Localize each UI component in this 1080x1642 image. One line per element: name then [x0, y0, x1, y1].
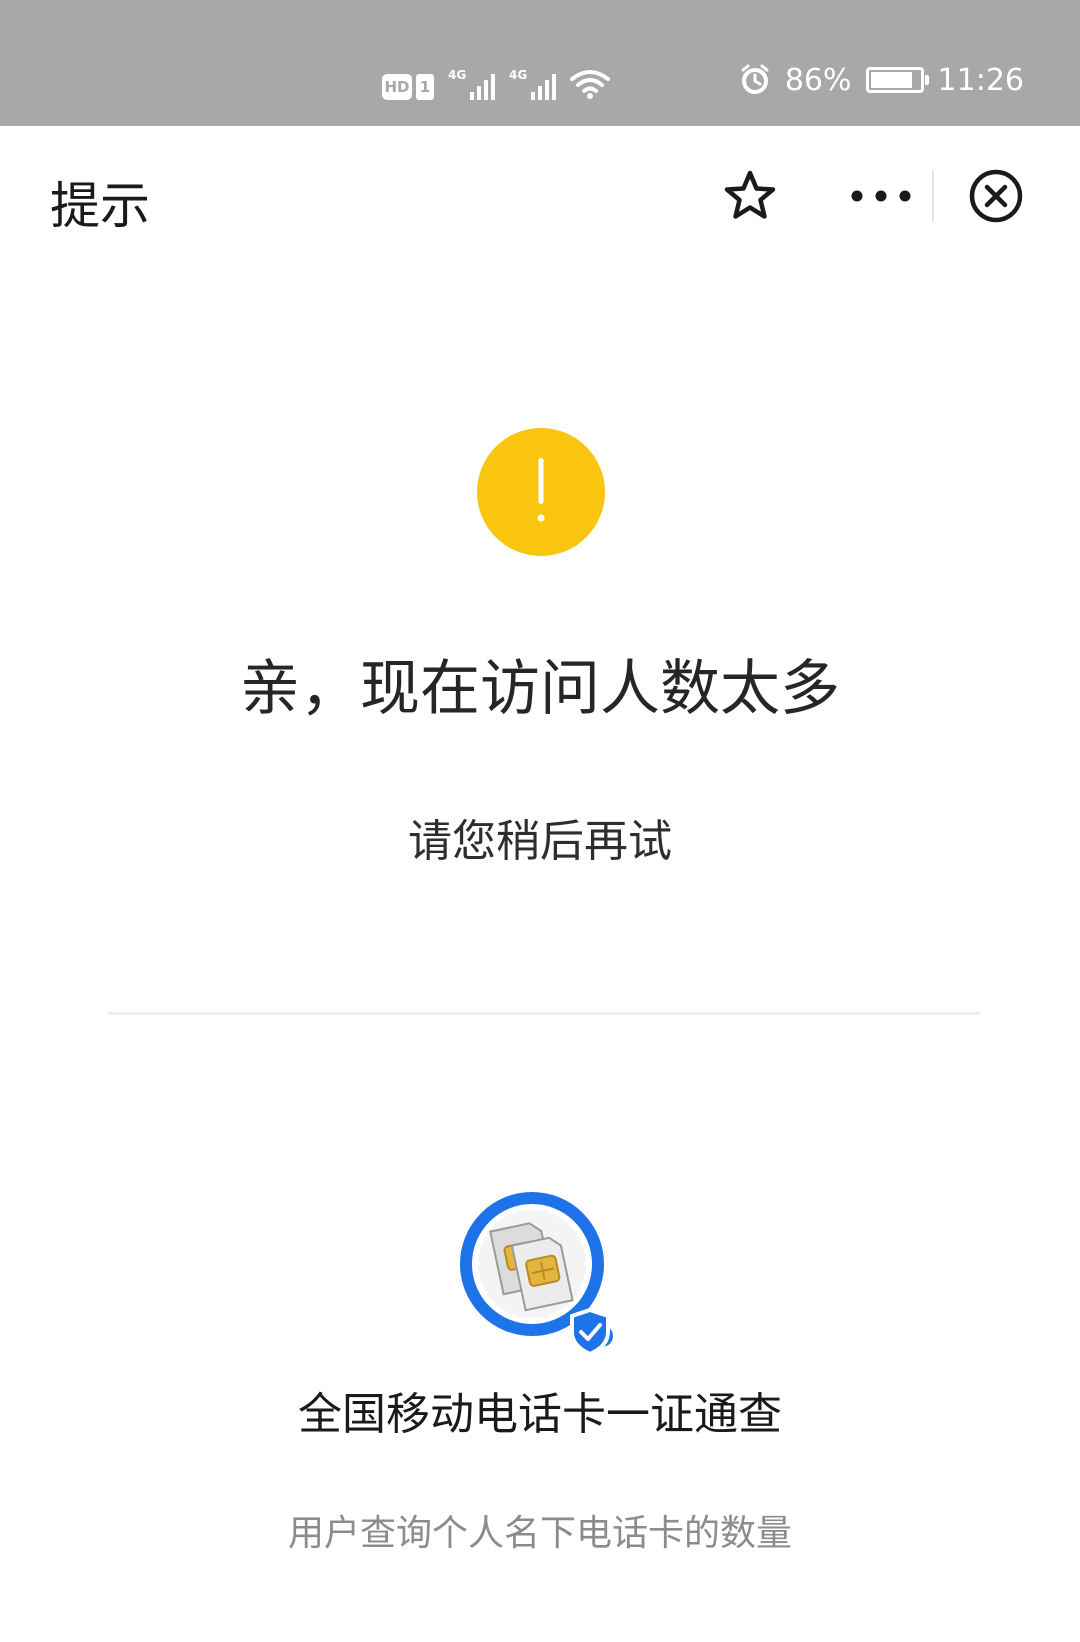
more-icon	[851, 190, 911, 202]
status-right: 86% 11:26	[739, 60, 1024, 100]
star-icon	[724, 170, 776, 219]
status-icons: HD 1 4G 4G	[382, 60, 610, 100]
title-bar: 提示	[0, 126, 1080, 266]
battery-icon	[865, 67, 929, 93]
favorite-button[interactable]	[720, 166, 780, 226]
signal-1-icon: 4G	[448, 68, 495, 100]
network-type-1: 4G	[448, 68, 467, 82]
service-description: 用户查询个人名下电话卡的数量	[287, 1513, 792, 1554]
header-divider	[932, 170, 934, 222]
sim-icon: 1	[416, 74, 434, 100]
battery-fill	[870, 72, 912, 88]
page-title: 提示	[50, 177, 150, 235]
signal-2-icon: 4G	[509, 68, 556, 100]
service-name[interactable]: 全国移动电话卡一证通查	[0, 1378, 1080, 1442]
close-button[interactable]	[966, 166, 1026, 226]
status-bar: HD 1 4G 4G 86% 11:26	[0, 0, 1080, 126]
content-divider	[108, 1012, 980, 1015]
battery-percent: 86%	[784, 62, 852, 98]
more-button[interactable]	[846, 166, 916, 226]
notice-title: 亲，现在访问人数太多	[240, 654, 840, 724]
sim-card-search-icon[interactable]	[452, 1186, 632, 1366]
network-type-2: 4G	[509, 68, 528, 82]
notice-subtitle: 请您稍后再试	[408, 816, 672, 867]
close-icon	[969, 169, 1023, 223]
warning-icon	[477, 428, 605, 556]
wifi-icon	[570, 70, 610, 99]
alarm-icon	[741, 64, 769, 94]
status-time: 11:26	[937, 62, 1024, 98]
hd-icon: HD	[382, 74, 412, 100]
hd-badge: HD 1	[382, 74, 434, 100]
